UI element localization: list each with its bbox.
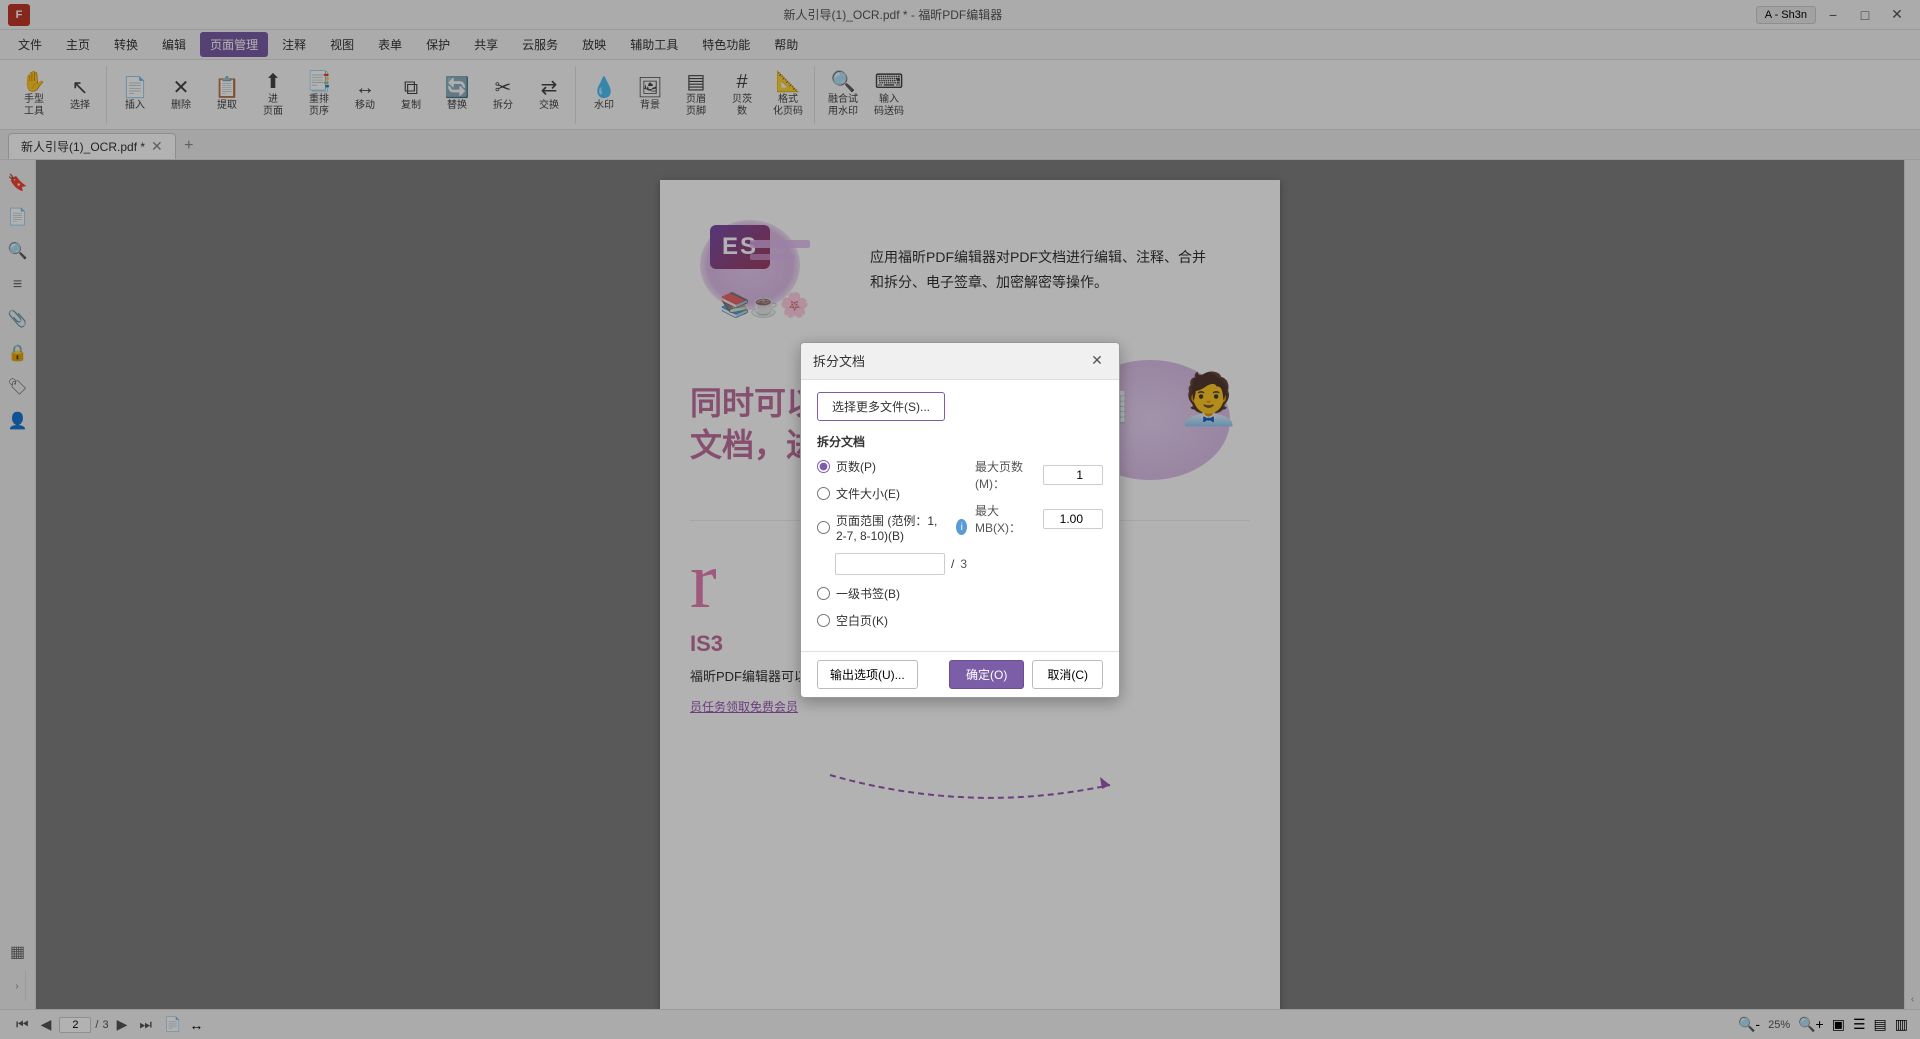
radio-pagerange-row: 页面范围 (范例：1, 2-7, 8-10)(B) i bbox=[817, 512, 967, 543]
dialog-title: 拆分文档 bbox=[813, 351, 865, 370]
radio-pages-label[interactable]: 页数(P) bbox=[836, 458, 876, 475]
ok-button[interactable]: 确定(O) bbox=[949, 660, 1024, 689]
max-pages-row: 最大页数(M)： bbox=[975, 458, 1103, 492]
dialog-header: 拆分文档 ✕ bbox=[801, 343, 1119, 380]
radio-pages-row: 页数(P) bbox=[817, 458, 967, 475]
info-icon[interactable]: i bbox=[956, 519, 967, 535]
max-pages-input[interactable] bbox=[1043, 465, 1103, 485]
radio-blankpage[interactable] bbox=[817, 614, 830, 627]
radio-pagerange[interactable] bbox=[817, 521, 830, 534]
dialog-section-label: 拆分文档 bbox=[817, 433, 1103, 450]
radio-blankpage-row: 空白页(K) bbox=[817, 612, 967, 629]
modal-overlay: 拆分文档 ✕ 选择更多文件(S)... 拆分文档 页数(P) bbox=[0, 0, 1920, 1039]
max-mb-label: 最大MB(X)： bbox=[975, 502, 1037, 536]
right-inputs: 最大页数(M)： 最大MB(X)： bbox=[975, 458, 1103, 639]
page-range-input-row: / 3 bbox=[835, 553, 967, 575]
dialog-footer: 输出选项(U)... 确定(O) 取消(C) bbox=[801, 651, 1119, 697]
page-range-input[interactable] bbox=[835, 553, 945, 575]
radio-blankpage-label[interactable]: 空白页(K) bbox=[836, 612, 888, 629]
radio-bookmark[interactable] bbox=[817, 587, 830, 600]
radio-pages[interactable] bbox=[817, 460, 830, 473]
select-files-button[interactable]: 选择更多文件(S)... bbox=[817, 392, 945, 421]
split-radios: 页数(P) 文件大小(E) 页面范围 (范例：1, 2-7, 8-10)(B) … bbox=[817, 458, 967, 639]
dialog-close-button[interactable]: ✕ bbox=[1087, 351, 1107, 371]
cancel-button[interactable]: 取消(C) bbox=[1032, 660, 1103, 689]
page-range-total: 3 bbox=[960, 557, 967, 571]
radio-bookmark-label[interactable]: 一级书签(B) bbox=[836, 585, 900, 602]
dialog-body: 选择更多文件(S)... 拆分文档 页数(P) 文件大小(E) bbox=[801, 380, 1119, 651]
split-options-area: 页数(P) 文件大小(E) 页面范围 (范例：1, 2-7, 8-10)(B) … bbox=[817, 458, 1103, 639]
output-options-button[interactable]: 输出选项(U)... bbox=[817, 660, 918, 689]
split-dialog: 拆分文档 ✕ 选择更多文件(S)... 拆分文档 页数(P) bbox=[800, 342, 1120, 698]
radio-pagerange-label[interactable]: 页面范围 (范例：1, 2-7, 8-10)(B) bbox=[836, 512, 950, 543]
radio-filesize-row: 文件大小(E) bbox=[817, 485, 967, 502]
page-separator-slash: / bbox=[951, 557, 954, 571]
dialog-actions: 确定(O) 取消(C) bbox=[949, 660, 1103, 689]
radio-filesize[interactable] bbox=[817, 487, 830, 500]
max-mb-input[interactable] bbox=[1043, 509, 1103, 529]
max-mb-row: 最大MB(X)： bbox=[975, 502, 1103, 536]
radio-bookmark-row: 一级书签(B) bbox=[817, 585, 967, 602]
max-pages-label: 最大页数(M)： bbox=[975, 458, 1037, 492]
radio-filesize-label[interactable]: 文件大小(E) bbox=[836, 485, 900, 502]
